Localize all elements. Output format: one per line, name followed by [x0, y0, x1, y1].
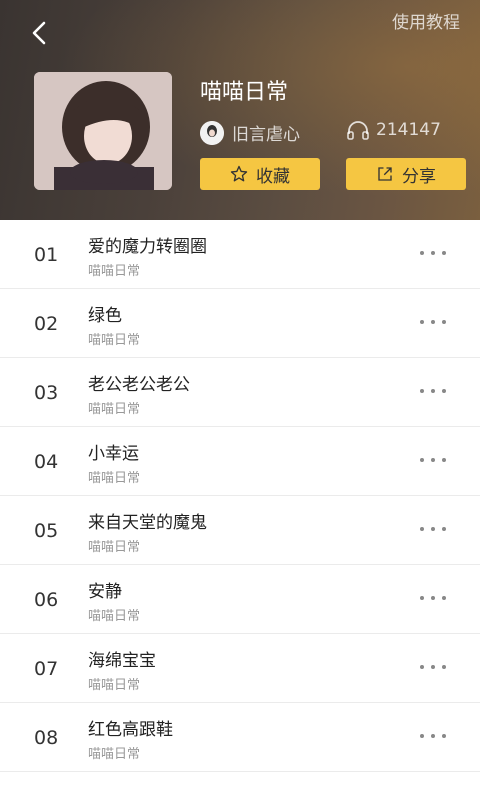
tutorial-link[interactable]: 使用教程: [392, 8, 460, 33]
more-options-icon[interactable]: [420, 662, 446, 672]
song-row[interactable]: 02 绿色 喵喵日常: [0, 289, 480, 358]
song-row[interactable]: 05 来自天堂的魔鬼 喵喵日常: [0, 496, 480, 565]
song-row[interactable]: 01 爱的魔力转圈圈 喵喵日常: [0, 220, 480, 289]
song-title: 海绵宝宝: [88, 651, 156, 671]
song-list: 01 爱的魔力转圈圈 喵喵日常 02 绿色 喵喵日常 03 老公老公老公 喵喵日…: [0, 220, 480, 772]
author-avatar: [200, 120, 224, 145]
share-button[interactable]: 分享: [346, 158, 466, 190]
chevron-left-icon: [32, 21, 46, 45]
song-row[interactable]: 08 红色高跟鞋 喵喵日常: [0, 703, 480, 772]
back-button[interactable]: [24, 18, 54, 48]
favorite-button[interactable]: 收藏: [200, 158, 320, 190]
song-artist: 喵喵日常: [88, 402, 141, 417]
song-artist: 喵喵日常: [88, 333, 141, 348]
song-artist: 喵喵日常: [88, 747, 141, 762]
song-artist: 喵喵日常: [88, 678, 141, 693]
song-title: 爱的魔力转圈圈: [88, 237, 207, 257]
more-options-icon[interactable]: [420, 593, 446, 603]
song-index: 08: [34, 727, 59, 749]
song-title: 小幸运: [88, 444, 139, 464]
song-artist: 喵喵日常: [88, 540, 141, 555]
song-row[interactable]: 07 海绵宝宝 喵喵日常: [0, 634, 480, 703]
author-name: 旧言虐心: [232, 125, 300, 145]
song-row[interactable]: 04 小幸运 喵喵日常: [0, 427, 480, 496]
song-row[interactable]: 06 安静 喵喵日常: [0, 565, 480, 634]
song-artist: 喵喵日常: [88, 609, 141, 624]
share-label: 分享: [402, 166, 436, 187]
song-title: 红色高跟鞋: [88, 720, 173, 740]
song-artist: 喵喵日常: [88, 264, 141, 279]
play-count: 214147: [346, 120, 441, 140]
playlist-header: 使用教程 喵喵日常 旧言虐心 214147 收藏 分享: [0, 0, 480, 220]
share-icon: [378, 167, 392, 181]
author-link[interactable]: 旧言虐心: [200, 120, 300, 145]
song-index: 03: [34, 382, 59, 404]
song-index: 04: [34, 451, 59, 473]
more-options-icon[interactable]: [420, 455, 446, 465]
song-title: 绿色: [88, 306, 122, 326]
play-count-value: 214147: [376, 120, 441, 140]
more-options-icon[interactable]: [420, 248, 446, 258]
more-options-icon[interactable]: [420, 524, 446, 534]
favorite-label: 收藏: [256, 166, 290, 187]
song-artist: 喵喵日常: [88, 471, 141, 486]
star-icon: [230, 165, 248, 182]
song-row[interactable]: 03 老公老公老公 喵喵日常: [0, 358, 480, 427]
song-index: 01: [34, 244, 59, 266]
song-index: 06: [34, 589, 59, 611]
headphones-icon: [347, 121, 369, 140]
more-options-icon[interactable]: [420, 386, 446, 396]
playlist-title: 喵喵日常: [200, 80, 289, 105]
song-title: 老公老公老公: [88, 375, 190, 395]
song-index: 02: [34, 313, 59, 335]
song-title: 来自天堂的魔鬼: [88, 513, 207, 533]
more-options-icon[interactable]: [420, 731, 446, 741]
more-options-icon[interactable]: [420, 317, 446, 327]
song-title: 安静: [88, 582, 122, 602]
song-index: 05: [34, 520, 59, 542]
song-index: 07: [34, 658, 59, 680]
playlist-cover: [34, 72, 172, 190]
